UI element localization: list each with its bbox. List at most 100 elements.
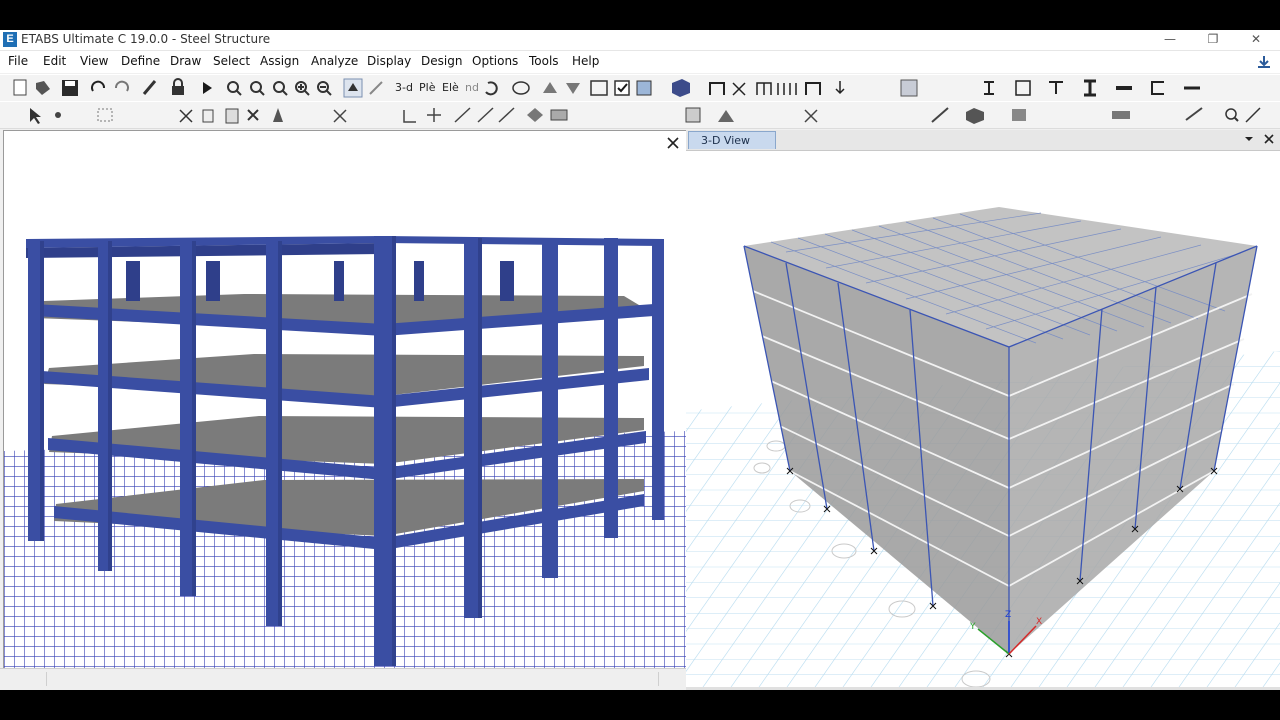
object-shrink-icon[interactable] xyxy=(636,80,652,96)
assign-shell-icon[interactable] xyxy=(1012,109,1026,121)
menu-bar: File Edit View Define Draw Select Assign… xyxy=(0,51,1280,73)
extrude-icon[interactable] xyxy=(672,79,690,97)
menu-analyze[interactable]: Analyze xyxy=(311,54,358,68)
download-icon[interactable] xyxy=(1256,54,1272,70)
refresh-view-icon[interactable] xyxy=(142,80,157,95)
menu-assign[interactable]: Assign xyxy=(260,54,299,68)
svg-text:Z: Z xyxy=(1005,610,1011,620)
menu-define[interactable]: Define xyxy=(121,54,160,68)
zoom-select-icon[interactable] xyxy=(1225,108,1239,122)
undo-icon[interactable] xyxy=(91,80,105,92)
menu-design[interactable]: Design xyxy=(421,54,462,68)
close-icon[interactable] xyxy=(666,136,680,150)
open-icon[interactable] xyxy=(36,81,50,95)
extruded-structure-canvas[interactable] xyxy=(4,186,686,669)
zoom-out-step-icon[interactable] xyxy=(317,81,332,96)
menu-options[interactable]: Options xyxy=(472,54,518,68)
status-cell-coordinate xyxy=(4,672,47,686)
assign-load-icon[interactable] xyxy=(931,107,949,123)
close-icon[interactable] xyxy=(1262,132,1276,146)
assign-frame-release-icon[interactable] xyxy=(804,109,818,123)
set-display-options-icon[interactable] xyxy=(590,80,608,96)
redo-icon[interactable] xyxy=(115,80,129,92)
menu-tools[interactable]: Tools xyxy=(529,54,559,68)
letterbox-top xyxy=(0,0,1280,30)
nd-view-button[interactable]: nd xyxy=(465,81,479,94)
app-logo-icon: E xyxy=(3,32,17,47)
draw-joint-icon[interactable] xyxy=(55,112,61,118)
cut-icon[interactable] xyxy=(179,109,193,123)
run-analysis-icon[interactable] xyxy=(203,82,212,94)
tab-3d-view[interactable]: 3-D View xyxy=(688,131,776,149)
perspective-icon[interactable] xyxy=(512,81,530,95)
3d-view-panel[interactable]: 3-D View Z Y X xyxy=(686,130,1280,687)
mesh-areas-icon[interactable] xyxy=(685,107,701,123)
section-channel-icon[interactable] xyxy=(1151,81,1164,95)
dropdown-arrow-icon[interactable] xyxy=(1242,132,1256,146)
draw-wall-icon[interactable] xyxy=(805,82,821,95)
main-toolbar: 3-d Plè Elè nd xyxy=(0,74,1280,102)
draw-brace-icon[interactable] xyxy=(732,82,746,96)
menu-file[interactable]: File xyxy=(8,54,28,68)
measure-icon[interactable] xyxy=(369,81,383,95)
rubber-band-zoom-icon[interactable] xyxy=(485,81,498,96)
draw-beam-icon[interactable] xyxy=(777,83,797,95)
merge-areas-icon[interactable] xyxy=(550,109,568,121)
elevation-view-button[interactable]: Elè xyxy=(442,81,459,94)
zoom-previous-icon[interactable] xyxy=(250,81,265,96)
delete-icon[interactable] xyxy=(247,109,259,121)
menu-select[interactable]: Select xyxy=(213,54,250,68)
move-icon[interactable] xyxy=(427,108,441,122)
close-icon[interactable]: ✕ xyxy=(1236,30,1276,50)
menu-draw[interactable]: Draw xyxy=(170,54,201,68)
paste-icon[interactable] xyxy=(225,108,239,124)
view-tabstrip: 3-D View xyxy=(686,130,1280,151)
draw-column-icon[interactable] xyxy=(756,82,772,95)
replicate-icon[interactable] xyxy=(273,108,283,122)
show-undeformed-icon[interactable] xyxy=(1245,107,1261,123)
move-down-icon[interactable] xyxy=(566,83,580,94)
zoom-in-step-icon[interactable] xyxy=(295,81,310,96)
section-t-icon[interactable] xyxy=(1049,81,1063,94)
lock-model-icon[interactable] xyxy=(172,78,184,95)
divide-frames-icon[interactable] xyxy=(454,107,515,123)
new-model-icon[interactable] xyxy=(13,79,27,96)
menu-edit[interactable]: Edit xyxy=(43,54,66,68)
copy-icon[interactable] xyxy=(202,109,214,123)
plan-view-button[interactable]: Plè xyxy=(419,81,435,94)
zoom-window-icon[interactable] xyxy=(227,81,242,96)
extrude-joints-icon[interactable] xyxy=(333,109,347,123)
draw-toolbar xyxy=(0,101,1280,129)
load-icon[interactable] xyxy=(835,81,845,95)
assign-spring-icon[interactable] xyxy=(1185,107,1203,121)
section-box-icon[interactable] xyxy=(1015,80,1031,96)
pan-icon[interactable] xyxy=(343,78,363,98)
menu-display[interactable]: Display xyxy=(367,54,411,68)
restore-icon[interactable]: ❐ xyxy=(1193,30,1233,50)
draw-frame-icon[interactable] xyxy=(709,82,725,95)
extruded-view-header xyxy=(4,131,686,187)
select-pointer-icon[interactable] xyxy=(30,108,41,124)
3d-view-canvas[interactable]: Z Y X xyxy=(686,151,1280,687)
move-up-icon[interactable] xyxy=(543,82,557,93)
select-window-icon[interactable] xyxy=(97,108,113,122)
section-i-icon[interactable] xyxy=(984,81,994,95)
menu-help[interactable]: Help xyxy=(572,54,599,68)
assign-diaphragm-icon[interactable] xyxy=(1112,111,1130,119)
title-bar: E ETABS Ultimate C 19.0.0 - Steel Struct… xyxy=(0,30,1280,51)
assign-area-icon[interactable] xyxy=(966,108,984,124)
extruded-model-window[interactable] xyxy=(3,130,687,670)
view-3d-button[interactable]: 3-d xyxy=(395,81,413,94)
checked-box-icon[interactable] xyxy=(614,80,630,96)
edit-area-icon[interactable] xyxy=(527,108,543,122)
save-icon[interactable] xyxy=(62,80,78,96)
assign-restraint-icon[interactable] xyxy=(718,110,734,122)
zoom-in-icon[interactable] xyxy=(273,81,288,96)
minimize-icon[interactable]: — xyxy=(1150,30,1190,50)
section-ibeam-icon[interactable] xyxy=(1084,79,1096,97)
menu-view[interactable]: View xyxy=(80,54,108,68)
snap-icon[interactable] xyxy=(900,79,918,97)
align-points-icon[interactable] xyxy=(403,110,416,123)
status-bar xyxy=(0,668,686,690)
etabs-window: E ETABS Ultimate C 19.0.0 - Steel Struct… xyxy=(0,30,1280,690)
